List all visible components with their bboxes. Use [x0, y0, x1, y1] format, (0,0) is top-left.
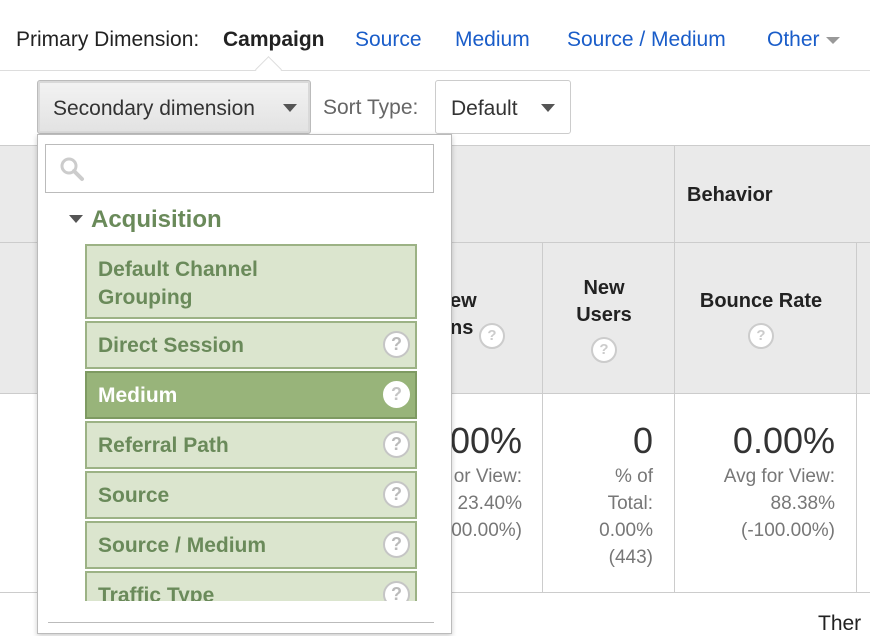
search-icon [58, 155, 86, 188]
sort-type-select[interactable]: Default [435, 80, 571, 134]
footer-partial-text: Ther [818, 612, 862, 635]
help-icon[interactable]: ? [479, 323, 505, 349]
help-icon[interactable]: ? [591, 337, 617, 363]
secondary-dimension-button[interactable]: Secondary dimension [37, 80, 311, 134]
help-icon[interactable]: ? [748, 323, 774, 349]
dimension-item-referral-path[interactable]: Referral Path ? [85, 421, 417, 469]
subtext-line: % of [614, 466, 653, 487]
dimension-list: Default Channel Grouping Direct Session … [85, 244, 417, 601]
new-sessions-subtext: or View: 23.40% 00.00%) [440, 463, 522, 544]
chevron-down-icon [541, 104, 555, 112]
group-acquisition[interactable]: Acquisition [69, 206, 222, 234]
primary-dimension-label: Primary Dimension: [16, 28, 200, 51]
primary-dimension-source[interactable]: Source [355, 28, 422, 52]
column-header-new-users[interactable]: New Users [543, 275, 665, 329]
help-icon[interactable]: ? [383, 531, 410, 558]
column-header-new-sessions[interactable]: ew ns [450, 288, 477, 342]
column-header-bounce-rate[interactable]: Bounce Rate [675, 288, 847, 315]
dimension-item-label: Medium [98, 384, 178, 407]
column-header-line: Users [576, 304, 632, 326]
behavior-group-header: Behavior [687, 184, 773, 206]
column-header-line: New [583, 277, 625, 299]
dimension-item-label: Source / Medium [98, 534, 267, 557]
dimension-item-label: Source [98, 484, 170, 507]
sort-type-value: Default [451, 97, 518, 120]
column-header-line: ns [450, 317, 474, 339]
help-icon[interactable]: ? [383, 331, 410, 358]
primary-dimension-other[interactable]: Other [767, 28, 820, 52]
primary-dimension-bar: Primary Dimension: Campaign Source Mediu… [0, 0, 870, 83]
chevron-down-icon [283, 104, 297, 112]
subtext-line: (-100.00%) [741, 520, 835, 541]
subtext-line: 00.00%) [451, 520, 522, 541]
secondary-dimension-label: Secondary dimension [53, 97, 255, 120]
column-header-line: ew [450, 290, 477, 312]
search-input[interactable] [90, 153, 424, 185]
help-icon[interactable]: ? [383, 431, 410, 458]
group-label: Acquisition [91, 206, 222, 233]
dimension-item-source-medium[interactable]: Source / Medium ? [85, 521, 417, 569]
subtext-line: or View: [453, 466, 522, 487]
column-divider [856, 243, 857, 592]
subtext-line: (443) [608, 547, 653, 568]
dimension-item-direct-session[interactable]: Direct Session ? [85, 321, 417, 369]
secondary-dimension-dropdown: Acquisition Default Channel Grouping Dir… [37, 134, 452, 634]
dimension-item-default-channel-grouping[interactable]: Default Channel Grouping [85, 244, 417, 319]
active-tab-pointer [255, 56, 282, 83]
dimension-item-label: Traffic Type [98, 584, 215, 601]
new-sessions-value: 00% [449, 420, 522, 461]
chevron-down-icon[interactable] [826, 37, 840, 44]
primary-dimension-campaign[interactable]: Campaign [223, 28, 325, 52]
dimension-item-label: Referral Path [98, 434, 229, 457]
help-icon[interactable]: ? [383, 481, 410, 508]
column-header-line: Bounce Rate [699, 290, 823, 312]
help-icon[interactable]: ? [383, 581, 410, 601]
dimension-item-medium[interactable]: Medium ? [85, 371, 417, 419]
help-icon[interactable]: ? [383, 381, 410, 408]
subtext-line: Total: [607, 493, 653, 514]
new-users-value: 0 [632, 420, 653, 461]
subtext-line: 0.00% [599, 520, 653, 541]
subtext-line: 23.40% [457, 493, 522, 514]
primary-dimension-source-medium[interactable]: Source / Medium [567, 28, 726, 52]
dimension-item-label: Direct Session [98, 334, 244, 357]
dimension-item-label: Default Channel Grouping [98, 258, 258, 309]
dimension-item-source[interactable]: Source ? [85, 471, 417, 519]
subtext-line: 88.38% [770, 493, 835, 514]
subtext-line: Avg for View: [723, 466, 835, 487]
dimension-item-traffic-type[interactable]: Traffic Type ? [85, 571, 417, 601]
dropdown-footer-divider [48, 622, 434, 623]
primary-dimension-medium[interactable]: Medium [455, 28, 530, 52]
triangle-down-icon [69, 214, 83, 223]
dimension-search-box[interactable] [45, 144, 434, 193]
new-users-subtext: % of Total: 0.00% (443) [543, 463, 653, 571]
bounce-rate-subtext: Avg for View: 88.38% (-100.00%) [675, 463, 835, 544]
sort-type-label: Sort Type: [323, 96, 419, 119]
bounce-rate-value: 0.00% [732, 420, 835, 461]
